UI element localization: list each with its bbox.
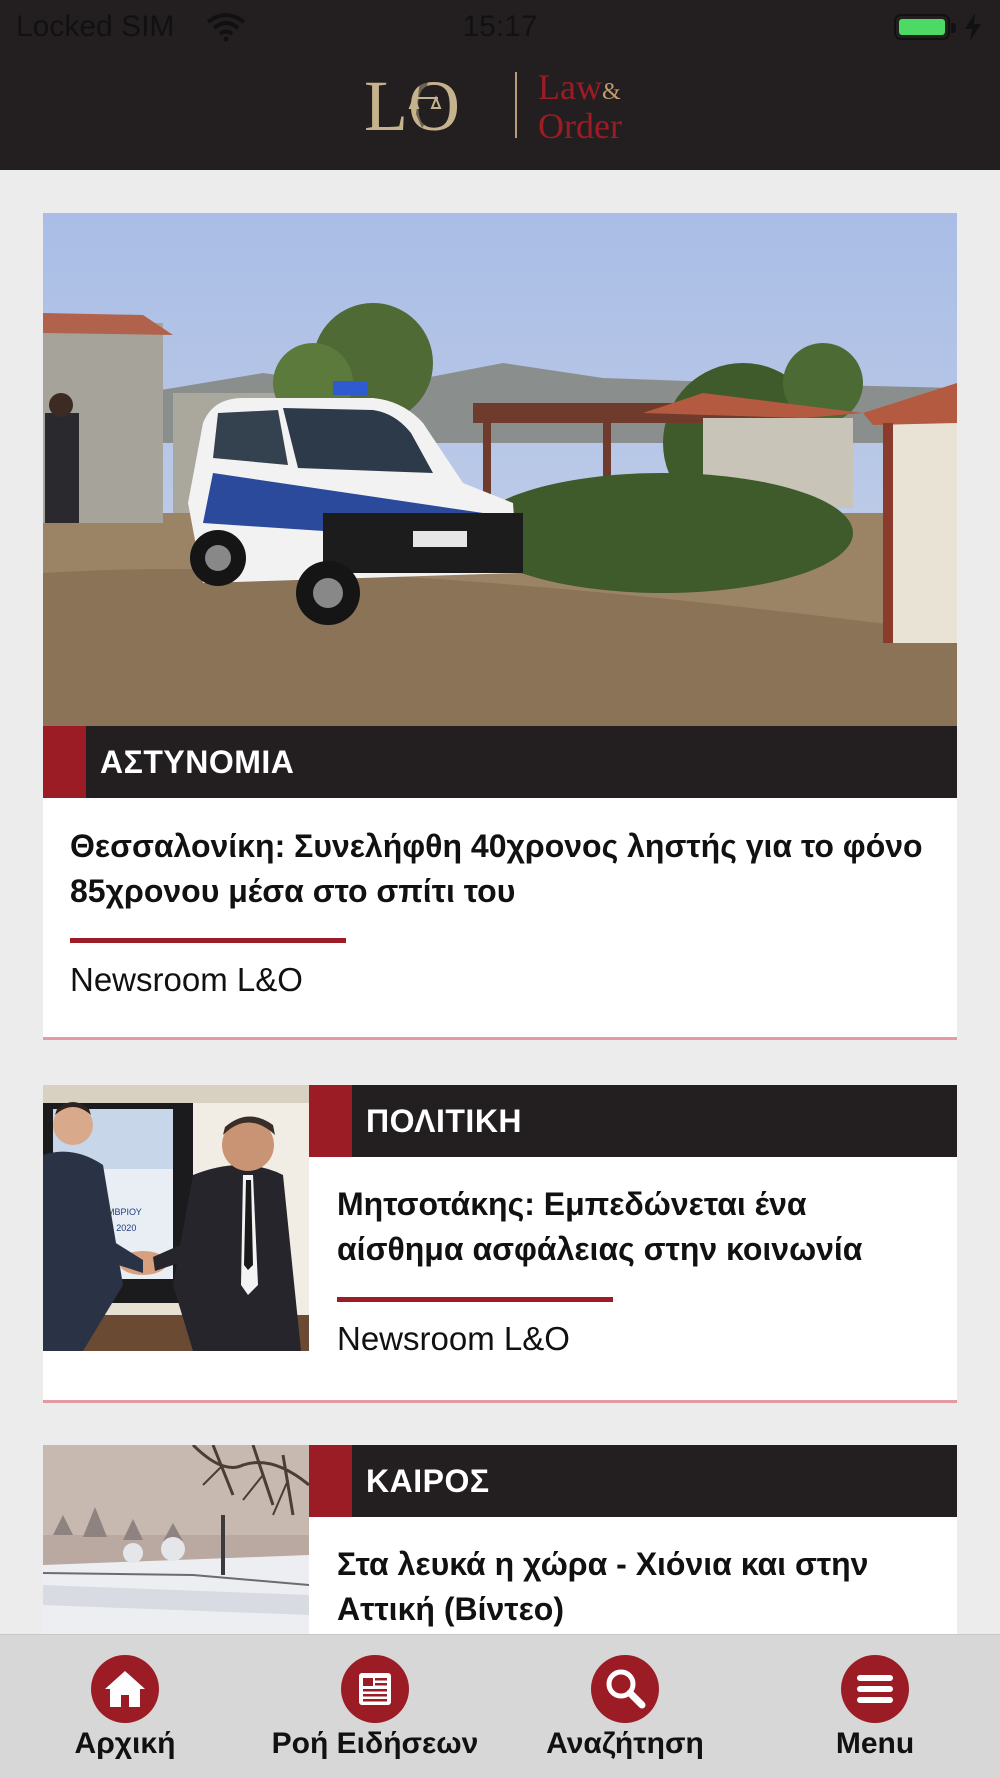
article-title[interactable]: Μητσοτάκης: Εμπεδώνεται ένα αίσθημα ασφά… [337,1182,937,1272]
category-bar[interactable]: ΑΣΤΥΝΟΜΙΑ [43,726,957,798]
status-time: 15:17 [462,10,538,43]
news-feed-icon [341,1655,409,1723]
tab-label: Ροή Ειδήσεων [271,1727,479,1760]
monogram-text: LO [364,66,460,146]
tab-search[interactable]: Αναζήτηση [500,1635,750,1778]
article-thumbnail [43,1445,309,1645]
brand-divider [515,72,517,138]
article-author: Newsroom L&O [70,961,303,998]
category-accent [309,1085,352,1157]
brand-wordmark: Law& Order [538,67,622,146]
charging-icon [965,13,981,41]
tab-home[interactable]: Αρχική [50,1635,200,1778]
status-bar: Locked SIM 15:17 [0,0,1000,56]
title-underline [70,938,346,943]
category-bar[interactable]: ΚΑΙΡΟΣ [309,1445,957,1517]
app-header: Locked SIM 15:17 LO Law& Order [0,0,1000,170]
tab-label: Menu [835,1727,915,1760]
article-card[interactable]: ΑΣΤΥΝΟΜΙΑ Θεσσαλονίκη: Συνελήφθη 40χρονο… [43,213,957,1040]
article-thumbnail: ΔΕΚΕΜΒΡΙΟΥ ΑΣΕΩΝ 2020 [43,1085,309,1351]
category-label: ΚΑΙΡΟΣ [366,1463,490,1499]
search-icon [591,1655,659,1723]
handshake-photo[interactable]: ΔΕΚΕΜΒΡΙΟΥ ΑΣΕΩΝ 2020 [43,1085,309,1351]
title-underline [337,1297,613,1302]
tab-label: Αναζήτηση [546,1727,704,1760]
wordmark-law: Law [538,67,602,107]
bottom-tab-bar: Αρχική Ροή Ειδήσεων Αναζήτηση Menu [0,1634,1000,1778]
tab-label: Αρχική [74,1727,176,1760]
tab-news-feed[interactable]: Ροή Ειδήσεων [250,1635,500,1778]
category-accent [309,1445,352,1517]
snowy-road-photo[interactable] [43,1445,309,1645]
wordmark-order: Order [538,106,622,146]
article-author: Newsroom L&O [337,1320,570,1357]
category-accent [43,726,86,798]
category-label: ΑΣΤΥΝΟΜΙΑ [100,744,295,780]
card-divider [43,1037,957,1040]
article-card[interactable]: ΚΑΙΡΟΣ Στα λευκά η χώρα - Χιόνια και στη… [43,1445,957,1645]
hero-image [43,213,957,726]
article-card[interactable]: ΔΕΚΕΜΒΡΙΟΥ ΑΣΕΩΝ 2020 ΠΟΛΙΤΙΚΗ Μητσοτάκη… [43,1085,957,1403]
battery-icon [894,14,956,40]
menu-icon [841,1655,909,1723]
card-divider [43,1400,957,1403]
article-title[interactable]: Θεσσαλονίκη: Συνελήφθη 40χρονος ληστής γ… [70,824,940,914]
category-label: ΠΟΛΙΤΙΚΗ [366,1103,523,1139]
brand-logo[interactable]: LO Law& Order [364,66,640,146]
category-bar[interactable]: ΠΟΛΙΤΙΚΗ [309,1085,957,1157]
home-icon [91,1655,159,1723]
article-title[interactable]: Στα λευκά η χώρα - Χιόνια και στην Αττικ… [337,1542,937,1632]
wordmark-ampersand: & [601,79,621,105]
tab-menu[interactable]: Menu [800,1635,950,1778]
law-order-monogram: LO [364,66,460,146]
police-car-photo[interactable] [43,213,957,726]
